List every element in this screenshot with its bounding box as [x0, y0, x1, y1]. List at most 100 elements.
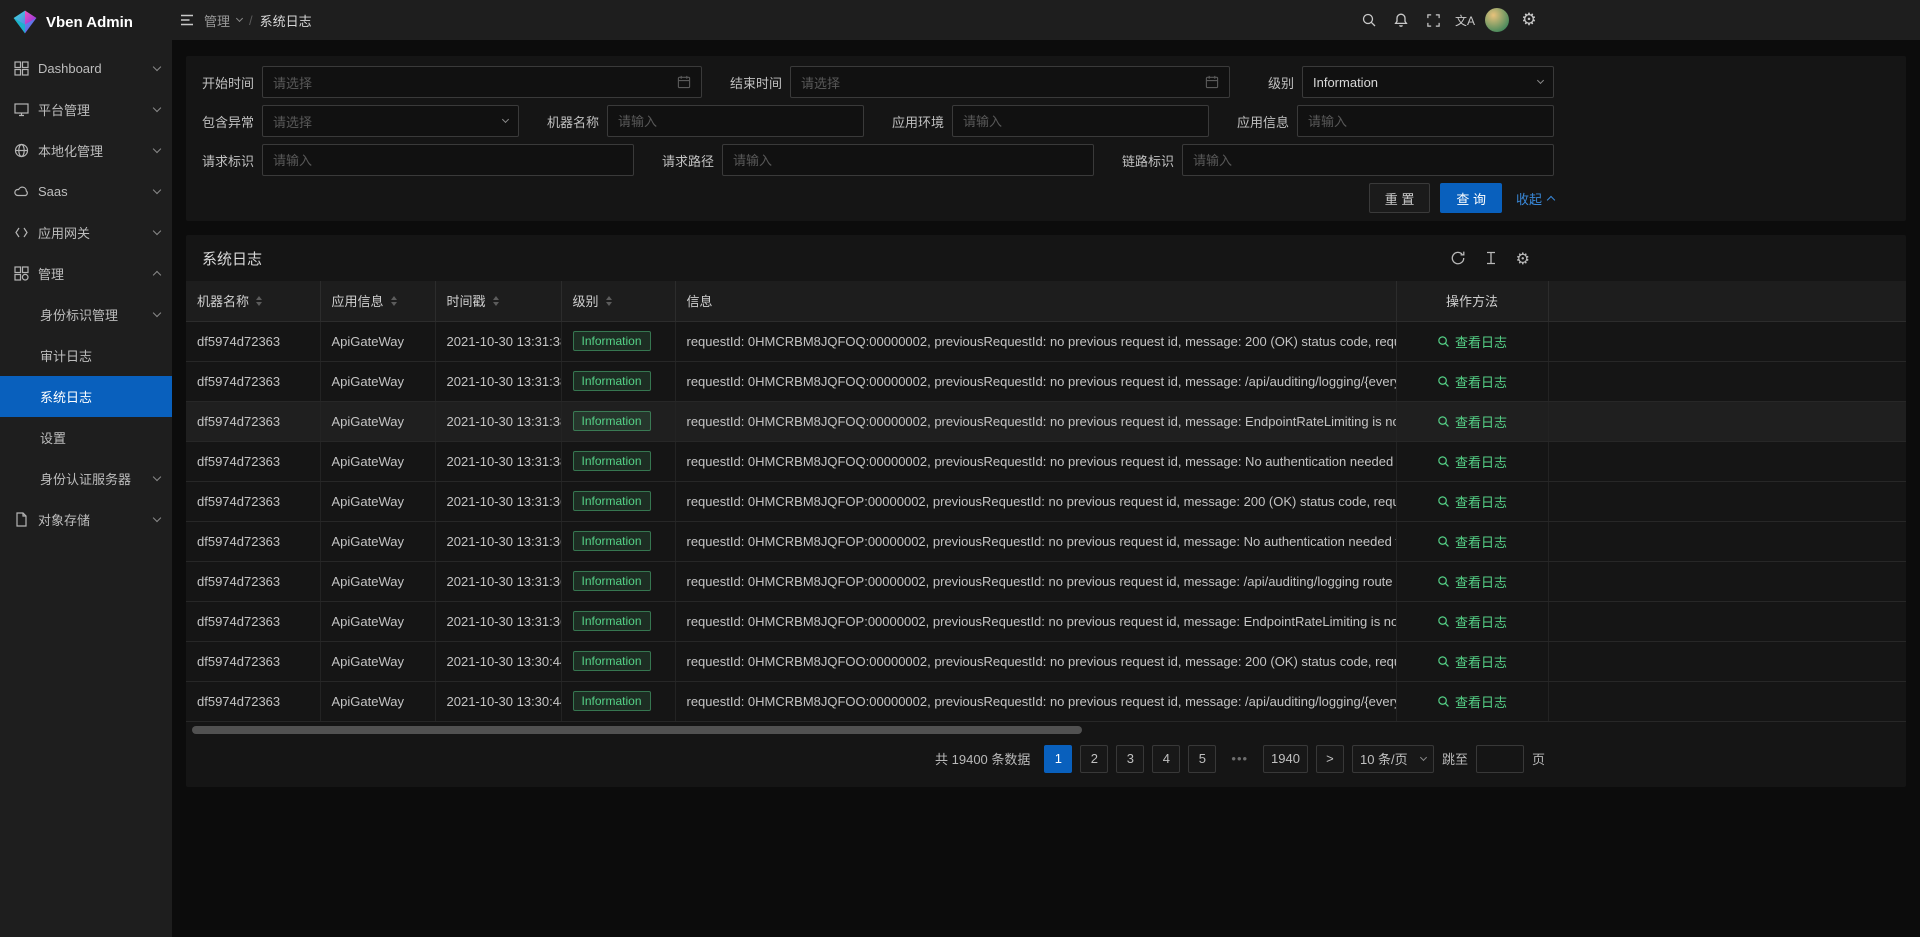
fullscreen-icon[interactable]	[1417, 0, 1449, 40]
column-settings-gear-icon[interactable]: ⚙	[1516, 249, 1530, 268]
page-size-select[interactable]: 10 条/页	[1352, 745, 1434, 773]
settings-gear-icon[interactable]: ⚙	[1513, 0, 1545, 40]
reset-button[interactable]: 重 置	[1369, 183, 1431, 213]
sort-icons[interactable]	[606, 296, 612, 306]
sidebar-item-audit-logs[interactable]: 审计日志	[0, 335, 172, 376]
cell-level: Information	[561, 681, 675, 721]
menu-fold-icon[interactable]	[172, 0, 202, 40]
trace-id-field: 链路标识	[1122, 144, 1554, 176]
col-timestamp[interactable]: 时间戳	[435, 281, 561, 321]
sidebar-item-manage[interactable]: 管理	[0, 253, 172, 294]
view-log-label: 查看日志	[1455, 652, 1507, 671]
page-button-1940[interactable]: 1940	[1263, 745, 1308, 773]
search-icon	[1437, 455, 1450, 468]
col-label: 机器名称	[197, 291, 249, 310]
machine-name-input[interactable]	[607, 105, 864, 137]
view-log-link[interactable]: 查看日志	[1437, 532, 1507, 551]
cell-action: 查看日志	[1396, 401, 1548, 441]
view-log-link[interactable]: 查看日志	[1437, 372, 1507, 391]
cell-filler	[1548, 561, 1906, 601]
pagination: 共 19400 条数据 12345•••1940 > 10 条/页 跳至 页	[186, 735, 1561, 787]
view-log-link[interactable]: 查看日志	[1437, 572, 1507, 591]
collapse-link[interactable]: 收起	[1516, 189, 1554, 208]
cell-timestamp: 2021-10-30 13:31:38	[435, 361, 561, 401]
search-icon[interactable]	[1353, 0, 1385, 40]
view-log-link[interactable]: 查看日志	[1437, 652, 1507, 671]
refresh-icon[interactable]	[1450, 250, 1466, 266]
view-log-link[interactable]: 查看日志	[1437, 412, 1507, 431]
breadcrumb-separator: /	[249, 13, 253, 28]
translate-icon[interactable]: 文A	[1449, 0, 1481, 40]
level-badge: Information	[573, 411, 651, 431]
sidebar-item-object-storage[interactable]: 对象存储	[0, 499, 172, 540]
sidebar-item-gateway[interactable]: 应用网关	[0, 212, 172, 253]
sort-icons[interactable]	[256, 296, 262, 306]
column-height-icon[interactable]	[1483, 250, 1499, 266]
trace-id-input[interactable]	[1182, 144, 1554, 176]
request-path-text-input[interactable]	[733, 153, 1083, 168]
app-info-input[interactable]	[1297, 105, 1554, 137]
app-info-text-input[interactable]	[1308, 114, 1543, 129]
horizontal-scrollbar[interactable]	[190, 725, 1902, 735]
jump-suffix: 页	[1532, 749, 1545, 768]
view-log-link[interactable]: 查看日志	[1437, 452, 1507, 471]
breadcrumb-parent[interactable]: 管理	[204, 11, 230, 30]
trace-id-text-input[interactable]	[1193, 153, 1543, 168]
level-select[interactable]: Information	[1302, 66, 1554, 98]
sidebar-item-label: 应用网关	[38, 223, 145, 242]
cell-machine-name: df5974d72363	[186, 561, 320, 601]
sidebar-item-system-logs[interactable]: 系统日志	[0, 376, 172, 417]
page-button-3[interactable]: 3	[1116, 745, 1144, 773]
search-icon	[1437, 655, 1450, 668]
start-time-datepicker[interactable]: 请选择	[262, 66, 702, 98]
sidebar-item-saas[interactable]: Saas	[0, 171, 172, 212]
table-row: df5974d72363ApiGateWay2021-10-30 13:31:3…	[186, 601, 1906, 641]
request-id-input[interactable]	[262, 144, 634, 176]
view-log-link[interactable]: 查看日志	[1437, 332, 1507, 351]
exception-select[interactable]: 请选择	[262, 105, 519, 137]
level-badge: Information	[573, 611, 651, 631]
table-row: df5974d72363ApiGateWay2021-10-30 13:31:3…	[186, 441, 1906, 481]
sidebar-item-identity-management[interactable]: 身份标识管理	[0, 294, 172, 335]
sidebar-item-identity-server[interactable]: 身份认证服务器	[0, 458, 172, 499]
query-button[interactable]: 查 询	[1440, 183, 1502, 213]
col-level[interactable]: 级别	[561, 281, 675, 321]
table-row: df5974d72363ApiGateWay2021-10-30 13:30:4…	[186, 641, 1906, 681]
col-app-info[interactable]: 应用信息	[320, 281, 435, 321]
scrollbar-thumb[interactable]	[192, 726, 1082, 734]
view-log-label: 查看日志	[1455, 572, 1507, 591]
cell-timestamp: 2021-10-30 13:31:38	[435, 321, 561, 361]
view-log-link[interactable]: 查看日志	[1437, 692, 1507, 711]
jump-page-input[interactable]	[1476, 745, 1524, 773]
page-button-4[interactable]: 4	[1152, 745, 1180, 773]
page-button-1[interactable]: 1	[1044, 745, 1072, 773]
avatar[interactable]	[1481, 0, 1513, 40]
end-time-datepicker[interactable]: 请选择	[790, 66, 1230, 98]
sidebar-item-label: 身份认证服务器	[40, 469, 145, 488]
page-button-5[interactable]: 5	[1188, 745, 1216, 773]
page-button-2[interactable]: 2	[1080, 745, 1108, 773]
chevron-down-icon	[153, 473, 161, 481]
cell-timestamp: 2021-10-30 13:31:36	[435, 561, 561, 601]
sidebar-item-platform[interactable]: 平台管理	[0, 89, 172, 130]
bell-icon[interactable]	[1385, 0, 1417, 40]
view-log-link[interactable]: 查看日志	[1437, 492, 1507, 511]
app-env-text-input[interactable]	[963, 114, 1198, 129]
sort-icons[interactable]	[391, 296, 397, 306]
machine-name-text-input[interactable]	[618, 114, 853, 129]
cell-action: 查看日志	[1396, 561, 1548, 601]
col-machine-name[interactable]: 机器名称	[186, 281, 320, 321]
next-page-button[interactable]: >	[1316, 745, 1344, 773]
sidebar-item-settings[interactable]: 设置	[0, 417, 172, 458]
app-env-field: 应用环境	[892, 105, 1209, 137]
app-title: Vben Admin	[46, 14, 133, 31]
cell-level: Information	[561, 361, 675, 401]
sidebar-item-localization[interactable]: 本地化管理	[0, 130, 172, 171]
request-path-input[interactable]	[722, 144, 1094, 176]
request-id-text-input[interactable]	[273, 153, 623, 168]
logo[interactable]: Vben Admin	[0, 0, 172, 44]
sidebar-item-dashboard[interactable]: Dashboard	[0, 48, 172, 89]
view-log-link[interactable]: 查看日志	[1437, 612, 1507, 631]
app-env-input[interactable]	[952, 105, 1209, 137]
sort-icons[interactable]	[493, 296, 499, 306]
